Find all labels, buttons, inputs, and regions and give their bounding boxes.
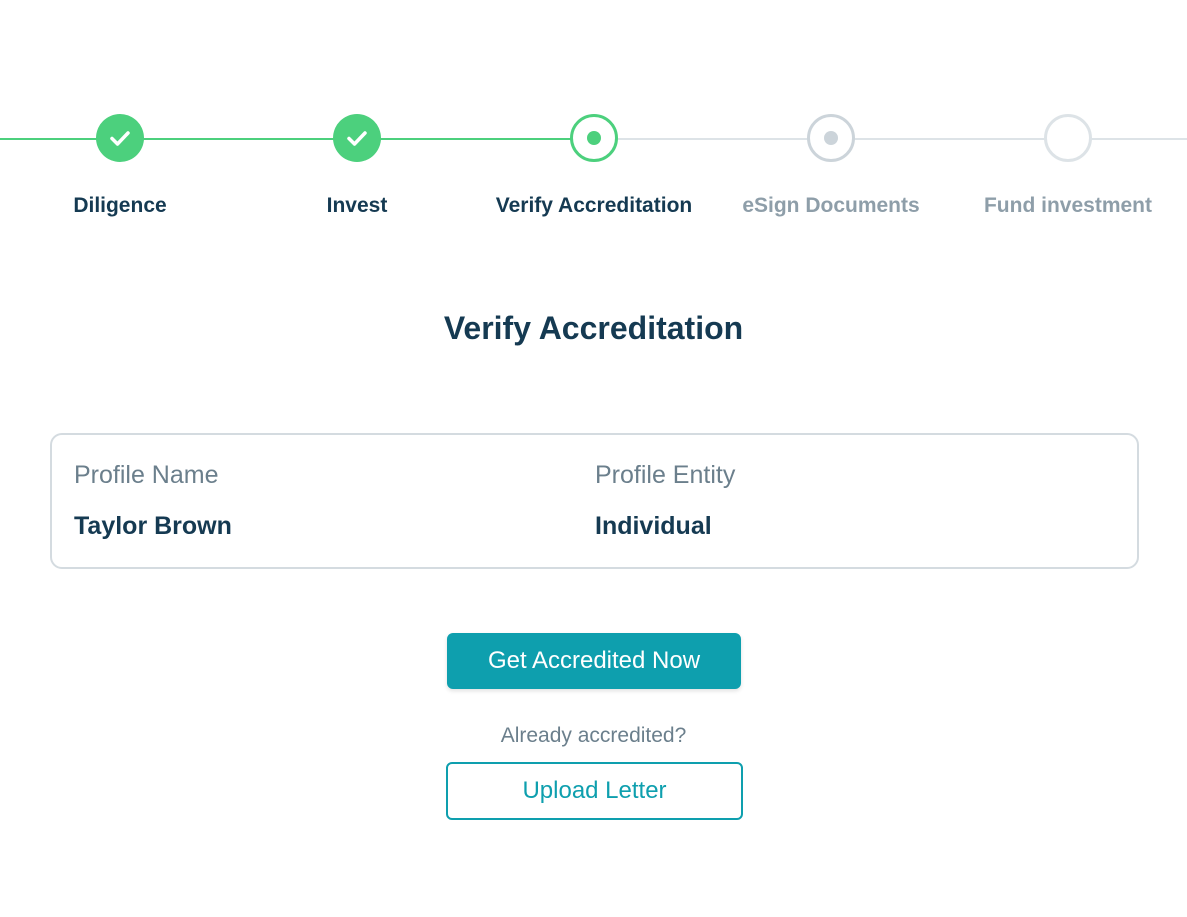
step-invest[interactable]: Invest bbox=[237, 114, 477, 218]
pending-step-dot-icon bbox=[807, 114, 855, 162]
upload-letter-button[interactable]: Upload Letter bbox=[446, 762, 743, 820]
profile-entity-field: Profile Entity Individual bbox=[595, 461, 735, 541]
check-icon bbox=[96, 114, 144, 162]
profile-name-value: Taylor Brown bbox=[74, 512, 232, 540]
step-label-esign-documents: eSign Documents bbox=[742, 194, 920, 217]
step-esign-documents[interactable]: eSign Documents bbox=[711, 114, 951, 218]
profile-name-field: Profile Name Taylor Brown bbox=[74, 461, 232, 541]
profile-name-label: Profile Name bbox=[74, 461, 219, 489]
step-fund-investment[interactable]: Fund investment bbox=[948, 114, 1187, 218]
empty-circle-icon bbox=[1044, 114, 1092, 162]
profile-card: Profile Name Taylor Brown Profile Entity… bbox=[50, 433, 1139, 569]
profile-entity-value: Individual bbox=[595, 512, 712, 540]
get-accredited-now-button[interactable]: Get Accredited Now bbox=[447, 633, 741, 689]
step-label-fund-investment: Fund investment bbox=[983, 194, 1152, 217]
step-label-verify-accreditation: Verify Accreditation bbox=[495, 194, 693, 217]
step-verify-accreditation[interactable]: Verify Accreditation bbox=[474, 114, 714, 218]
current-step-dot-icon bbox=[570, 114, 618, 162]
verify-accreditation-page: Diligence Invest Verify Accreditation eS… bbox=[0, 0, 1187, 917]
step-label-diligence: Diligence bbox=[73, 194, 167, 217]
step-diligence[interactable]: Diligence bbox=[0, 114, 240, 218]
already-accredited-text: Already accredited? bbox=[500, 724, 687, 747]
page-title: Verify Accreditation bbox=[443, 310, 744, 346]
check-icon bbox=[333, 114, 381, 162]
profile-entity-label: Profile Entity bbox=[595, 461, 736, 489]
step-label-invest: Invest bbox=[326, 194, 388, 217]
